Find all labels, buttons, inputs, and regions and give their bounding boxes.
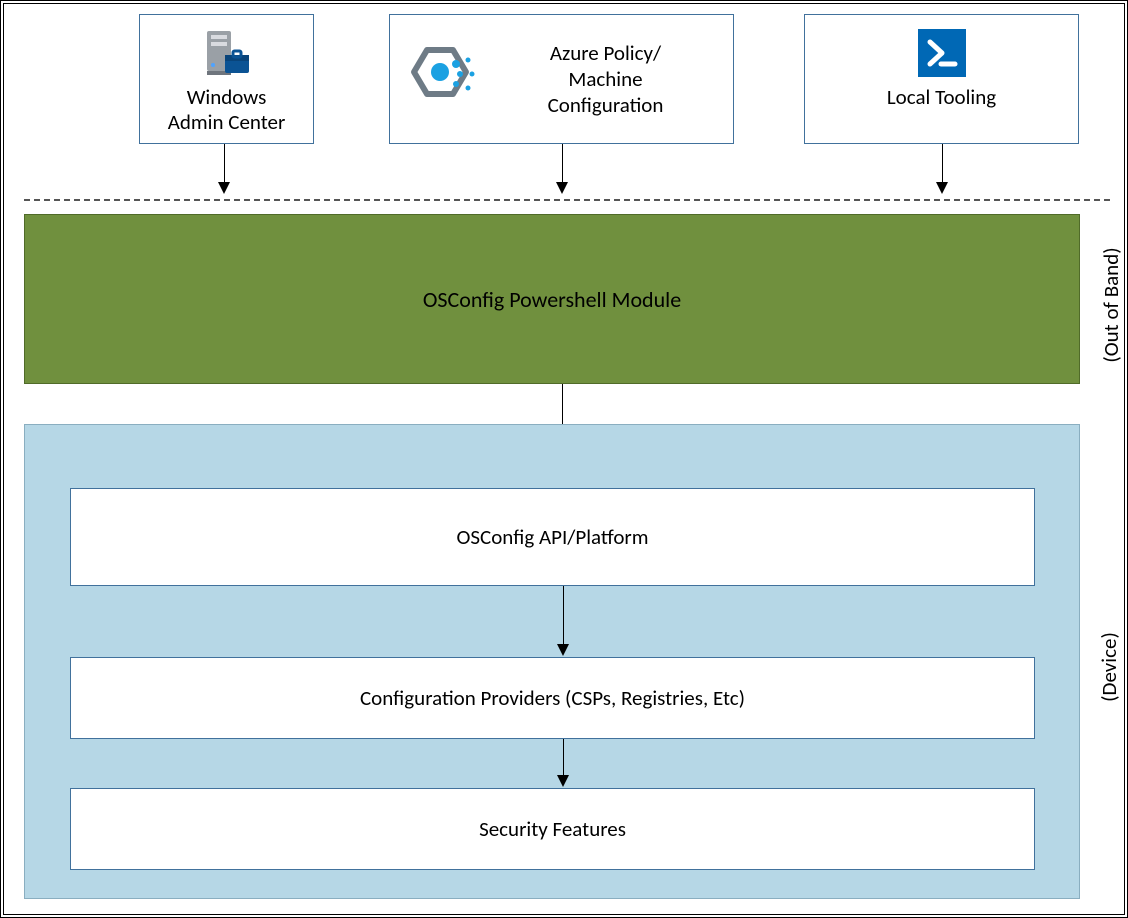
arrow-azure-head — [556, 182, 568, 194]
arrow-api-to-providers-head — [557, 644, 569, 656]
osconfig-powershell-module: OSConfig Powershell Module — [24, 214, 1080, 384]
arrow-providers-to-security-head — [557, 775, 569, 787]
diagram-frame: Windows Admin Center Azure Policy/ Machi… — [0, 0, 1128, 918]
config-providers-label: Configuration Providers (CSPs, Registrie… — [360, 685, 745, 711]
arrow-azure-down — [562, 144, 563, 184]
card-local-label: Local Tooling — [879, 85, 1004, 110]
arrow-local-head — [936, 182, 948, 194]
osconfig-api-label: OSConfig API/Platform — [456, 524, 648, 550]
security-features-label: Security Features — [479, 816, 626, 842]
card-windows-admin-center: Windows Admin Center — [139, 14, 314, 144]
device-panel: OSConfig API/Platform Configuration Prov… — [24, 424, 1080, 899]
arrow-api-to-providers — [563, 586, 564, 646]
out-of-band-label: (Out of Band) — [1098, 235, 1124, 375]
azure-policy-icon — [404, 40, 482, 118]
powershell-icon — [914, 25, 970, 81]
arrow-wac-head — [218, 182, 230, 194]
device-label: (Device) — [1096, 617, 1122, 717]
card-config-providers: Configuration Providers (CSPs, Registrie… — [70, 657, 1035, 739]
arrow-providers-to-security — [563, 739, 564, 777]
card-wac-label: Windows Admin Center — [160, 85, 294, 135]
arrow-wac-down — [224, 144, 225, 184]
card-osconfig-api: OSConfig API/Platform — [70, 488, 1035, 586]
card-local-tooling: Local Tooling — [804, 14, 1079, 144]
card-azure-policy: Azure Policy/ Machine Configuration — [389, 14, 734, 144]
card-security-features: Security Features — [70, 788, 1035, 870]
osconfig-module-label: OSConfig Powershell Module — [423, 286, 681, 313]
arrow-local-down — [942, 144, 943, 184]
dashed-separator — [24, 199, 1110, 201]
server-toolbox-icon — [199, 25, 255, 81]
card-azure-label: Azure Policy/ Machine Configuration — [492, 40, 719, 119]
